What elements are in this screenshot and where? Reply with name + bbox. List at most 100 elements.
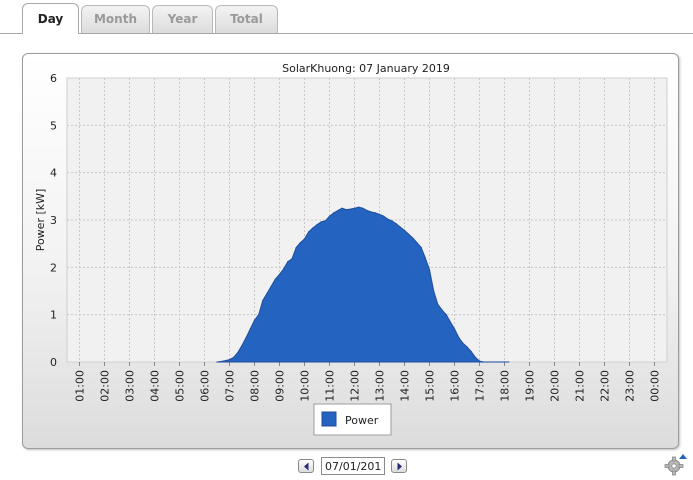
power-data-point <box>445 314 447 316</box>
power-data-point <box>387 218 389 220</box>
chevron-left-icon <box>304 462 309 471</box>
y-tick-label: 6 <box>50 72 57 85</box>
power-data-point <box>328 215 331 217</box>
power-data-point <box>312 227 314 229</box>
power-data-point <box>383 215 385 217</box>
settings-button[interactable] <box>664 452 688 476</box>
power-data-point <box>470 351 472 353</box>
x-tick-label: 08:00 <box>249 370 262 402</box>
power-data-point <box>399 226 401 228</box>
power-data-point <box>395 223 397 225</box>
power-data-point <box>324 220 326 222</box>
power-data-point <box>503 361 506 363</box>
power-data-point <box>420 246 422 249</box>
x-tick-label: 13:00 <box>374 370 387 402</box>
power-data-point <box>416 242 418 244</box>
legend-label: Power <box>345 414 379 427</box>
power-data-point <box>374 212 376 214</box>
power-data-point <box>341 207 343 209</box>
power-data-point <box>258 314 260 316</box>
power-data-point <box>466 346 468 348</box>
x-tick-label: 21:00 <box>574 370 587 402</box>
power-data-point <box>337 209 339 212</box>
x-tick-label: 19:00 <box>524 370 537 402</box>
x-tick-label: 22:00 <box>599 370 612 402</box>
power-data-point <box>283 268 285 270</box>
power-data-point <box>474 356 476 358</box>
power-data-point <box>320 221 322 223</box>
chevron-right-icon <box>397 462 402 471</box>
power-data-point <box>241 344 243 346</box>
x-tick-label: 09:00 <box>274 370 287 402</box>
x-tick-label: 18:00 <box>499 370 512 402</box>
power-data-point <box>358 206 360 208</box>
date-field[interactable] <box>321 457 385 475</box>
power-data-point <box>495 361 497 363</box>
power-data-point <box>378 213 381 215</box>
gear-icon <box>664 454 687 476</box>
power-data-point <box>433 290 435 292</box>
power-data-point <box>453 328 456 330</box>
x-tick-label: 05:00 <box>174 370 187 402</box>
power-data-point <box>237 351 239 354</box>
x-tick-label: 10:00 <box>299 370 312 402</box>
power-data-point <box>366 209 368 212</box>
power-data-point <box>303 238 306 240</box>
power-data-point <box>403 229 406 231</box>
y-tick-label: 2 <box>50 261 57 274</box>
legend: Power <box>313 403 392 436</box>
power-data-point <box>345 209 347 211</box>
y-tick-label: 4 <box>50 167 57 180</box>
power-data-point <box>287 261 289 263</box>
power-data-point <box>278 273 281 275</box>
power-data-point <box>412 237 414 239</box>
power-data-point <box>408 233 410 235</box>
power-data-point <box>299 242 301 244</box>
x-tick-label: 20:00 <box>549 370 562 402</box>
power-data-point <box>362 207 364 209</box>
y-tick-label: 5 <box>50 119 57 132</box>
power-data-point <box>349 208 351 210</box>
power-data-point <box>274 278 276 280</box>
y-tick-label: 0 <box>50 356 57 369</box>
legend-swatch <box>321 411 337 427</box>
chart-title: SolarKhuong: 07 January 2019 <box>282 62 450 75</box>
x-tick-label: 06:00 <box>199 370 212 402</box>
next-day-button[interactable] <box>391 459 407 473</box>
y-tick-label: 1 <box>50 309 57 322</box>
power-data-point <box>333 212 335 214</box>
power-data-point <box>462 342 464 344</box>
previous-day-button[interactable] <box>298 459 314 473</box>
power-data-point <box>458 336 460 338</box>
power-data-point <box>449 321 451 323</box>
x-tick-label: 03:00 <box>124 370 137 402</box>
power-data-point <box>316 224 318 226</box>
x-tick-label: 01:00 <box>74 370 87 402</box>
x-tick-label: 12:00 <box>349 370 362 402</box>
x-tick-label: 04:00 <box>149 370 162 402</box>
power-data-point <box>291 258 293 260</box>
power-data-point <box>253 319 256 321</box>
power-data-point <box>424 257 426 259</box>
power-data-point <box>353 207 356 209</box>
power-chart: SolarKhuong: 07 January 2019 0 1 2 3 4 5 6 Pow… <box>34 62 668 436</box>
y-tick-label: 3 <box>50 214 57 227</box>
power-data-point <box>245 336 247 338</box>
power-data-point <box>391 220 393 222</box>
power-data-point <box>249 328 251 330</box>
x-tick-label: 11:00 <box>324 370 337 402</box>
power-data-point <box>483 361 485 363</box>
x-tick-label: 07:00 <box>224 370 237 402</box>
y-axis-label: Power [kW] <box>34 189 47 252</box>
x-tick-label: 02:00 <box>99 370 112 402</box>
power-data-point <box>370 211 372 213</box>
power-data-point <box>228 359 231 361</box>
x-tick-label: 00:00 <box>649 370 662 402</box>
tab-day[interactable]: Day <box>22 3 79 34</box>
power-data-point <box>222 360 224 362</box>
power-data-point <box>233 356 235 358</box>
power-data-point <box>266 292 268 294</box>
x-tick-label: 15:00 <box>424 370 437 402</box>
x-tick-label: 14:00 <box>399 370 412 402</box>
power-data-point <box>508 361 510 363</box>
